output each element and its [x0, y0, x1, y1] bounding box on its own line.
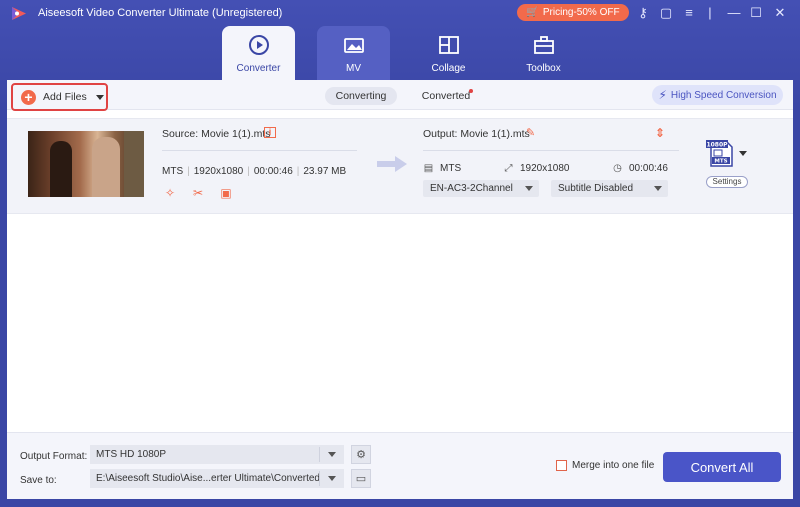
source-format: MTS: [162, 166, 184, 177]
converter-icon: [247, 33, 271, 57]
source-filename: Source: Movie 1(1).mts: [162, 128, 271, 140]
notification-dot: [469, 89, 473, 93]
film-edit-icon[interactable]: ▣: [219, 186, 233, 200]
format-settings-button[interactable]: ⚙: [351, 445, 371, 464]
merge-label: Merge into one file: [572, 460, 655, 471]
scissors-icon[interactable]: ✂: [191, 186, 205, 200]
film-icon: ▤: [423, 163, 434, 174]
tab-collage[interactable]: Collage: [412, 26, 485, 80]
key-icon[interactable]: ⚷: [635, 5, 651, 21]
tab-converting[interactable]: Converting: [325, 87, 397, 105]
plus-icon: +: [21, 89, 36, 105]
converter-panel: + Add Files Converting Converted ⚡ High …: [7, 80, 793, 499]
output-duration-info: ◷ 00:00:46: [612, 163, 668, 174]
tab-label: Toolbox: [526, 63, 561, 74]
tab-mv[interactable]: MV: [317, 26, 390, 80]
pricing-label: Pricing-50% OFF: [542, 7, 620, 18]
badge-format: MTS: [714, 159, 727, 165]
tab-label: Converter: [236, 63, 281, 74]
folder-icon: ▭: [355, 473, 367, 485]
converted-label: Converted: [421, 90, 471, 102]
audio-track-value: EN-AC3-2Channel: [430, 183, 513, 194]
output-format-badge-icon[interactable]: 1080P MTS: [706, 138, 736, 168]
divider: [423, 150, 679, 151]
save-to-value: E:\Aiseesoft Studio\Aise...erter Ultimat…: [96, 473, 320, 484]
convert-all-label: Convert All: [690, 459, 754, 475]
chevron-down-icon: [525, 186, 533, 191]
tab-label: MV: [346, 63, 361, 74]
chevron-down-icon: [654, 186, 662, 191]
lightning-icon: ⚡: [658, 88, 667, 102]
menu-icon[interactable]: ≡: [681, 5, 697, 21]
arrow-right-icon: [377, 156, 407, 172]
audio-track-select[interactable]: EN-AC3-2Channel: [423, 180, 539, 197]
tab-toolbox[interactable]: Toolbox: [507, 26, 580, 80]
pricing-button[interactable]: 🛒 Pricing-50% OFF: [517, 4, 629, 21]
chevron-down-icon[interactable]: [739, 151, 747, 156]
converting-label: Converting: [335, 90, 387, 102]
app-title: Aiseesoft Video Converter Ultimate (Unre…: [38, 7, 283, 19]
subtitle-select[interactable]: Subtitle Disabled: [551, 180, 668, 197]
source-size: 23.97 MB: [303, 166, 347, 177]
output-duration: 00:00:46: [629, 163, 668, 174]
chevron-down-icon: [328, 476, 336, 481]
source-metadata: MTS | 1920x1080 | 00:00:46 | 23.97 MB: [162, 166, 347, 177]
converter-toolbar: + Add Files Converting Converted ⚡ High …: [7, 80, 793, 111]
tab-converter[interactable]: Converter: [222, 26, 295, 80]
maximize-icon[interactable]: ☐: [748, 5, 764, 21]
compress-icon[interactable]: ⇕: [655, 126, 665, 140]
output-format: MTS: [440, 163, 462, 174]
open-folder-button[interactable]: ▭: [351, 469, 371, 488]
output-filename: Output: Movie 1(1).mts: [423, 128, 530, 140]
output-resolution: 1920x1080: [520, 163, 570, 174]
mv-icon: [342, 33, 366, 57]
divider: [162, 150, 357, 151]
source-duration: 00:00:46: [253, 166, 293, 177]
merge-checkbox[interactable]: [556, 460, 567, 471]
high-speed-label: High Speed Conversion: [670, 89, 777, 101]
subtitle-value: Subtitle Disabled: [558, 183, 634, 194]
edit-tools: ✧ ✂ ▣: [163, 186, 233, 200]
merge-option[interactable]: Merge into one file: [556, 460, 654, 471]
chevron-down-icon[interactable]: [95, 94, 104, 100]
magic-wand-icon[interactable]: ✧: [163, 186, 177, 200]
output-format-info: ▤ MTS: [423, 163, 461, 174]
clock-icon: ◷: [613, 163, 622, 174]
app-window: Aiseesoft Video Converter Ultimate (Unre…: [0, 0, 800, 507]
output-format-value: MTS HD 1080P: [96, 449, 167, 460]
settings-label: Settings: [712, 177, 742, 186]
toolbox-icon: [532, 33, 556, 57]
output-format-label: Output Format:: [20, 451, 88, 462]
convert-all-button[interactable]: Convert All: [663, 452, 781, 482]
save-to-select[interactable]: E:\Aiseesoft Studio\Aise...erter Ultimat…: [90, 469, 344, 488]
add-files-label: Add Files: [43, 91, 87, 103]
badge-resolution: 1080P: [706, 142, 728, 149]
separator-icon: |: [708, 5, 712, 20]
bottom-bar: Output Format: MTS HD 1080P ⚙ Save to: E…: [7, 432, 793, 499]
collage-icon: [437, 33, 461, 57]
output-format-select[interactable]: MTS HD 1080P: [90, 445, 344, 464]
add-files-button[interactable]: + Add Files: [11, 83, 108, 111]
tab-converted[interactable]: Converted: [411, 87, 481, 105]
main-tabs: Converter MV Collage Toolbox: [222, 26, 580, 80]
chevron-down-icon: [328, 452, 336, 457]
settings-button[interactable]: Settings: [706, 176, 748, 188]
close-icon[interactable]: ✕: [772, 5, 788, 21]
source-resolution: 1920x1080: [193, 166, 244, 177]
pencil-icon[interactable]: ✎: [526, 126, 535, 139]
tab-label: Collage: [431, 63, 466, 74]
save-to-label: Save to:: [20, 475, 57, 486]
high-speed-conversion-button[interactable]: ⚡ High Speed Conversion: [652, 85, 783, 105]
cart-icon: 🛒: [526, 7, 539, 18]
output-resolution-info: ⤢ 1920x1080: [503, 163, 570, 174]
app-logo-icon: [12, 7, 26, 20]
gear-icon: ⚙: [356, 449, 366, 461]
chat-icon[interactable]: ▢: [658, 5, 674, 21]
file-row: Source: Movie 1(1).mts i MTS | 1920x1080…: [7, 118, 793, 214]
minimize-icon[interactable]: —: [726, 5, 742, 21]
info-icon[interactable]: i: [264, 127, 276, 138]
title-bar: Aiseesoft Video Converter Ultimate (Unre…: [0, 0, 800, 26]
video-thumbnail[interactable]: [28, 131, 144, 197]
expand-icon: ⤢: [504, 163, 513, 174]
